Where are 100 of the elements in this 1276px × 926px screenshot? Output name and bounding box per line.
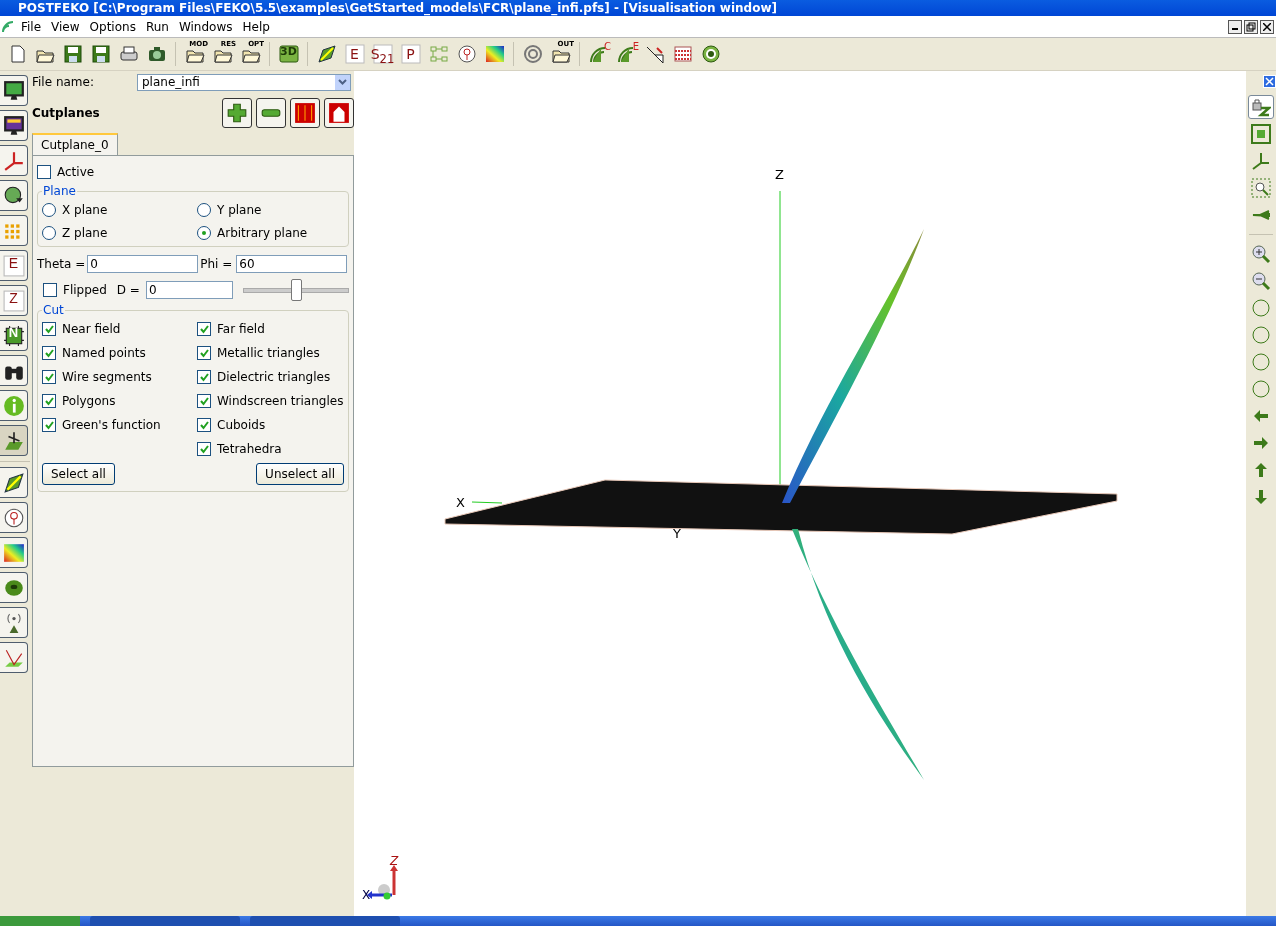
radio-label: Y plane [217,202,262,217]
view-tool-button[interactable] [1248,176,1274,200]
letter-icon [372,44,393,64]
minimize-icon [1232,28,1238,30]
axis-label: Z [775,167,784,182]
side-tool-button[interactable]: E [0,250,28,281]
checkbox[interactable] [197,442,211,456]
side-tool-button[interactable] [0,75,28,106]
curtain-icon [294,102,316,124]
radio-button[interactable] [197,225,211,240]
group-title: Plane [42,184,77,198]
side-tool-button[interactable]: Z [0,285,28,316]
checkbox[interactable] [42,418,56,432]
checkbox[interactable] [42,370,56,384]
checkbox[interactable] [42,322,56,336]
radio-button[interactable] [197,202,211,217]
side-tool-button[interactable] [0,180,28,211]
radio-button[interactable] [42,202,56,217]
menu-item[interactable]: File [16,19,47,34]
view-tool-button[interactable] [1248,122,1274,146]
marker-icon [456,44,477,64]
lock-icon [1251,97,1271,117]
minimize-button[interactable] [1228,19,1242,34]
file-name-dropdown[interactable]: plane_infi [137,73,351,91]
checkbox[interactable] [43,283,57,297]
camera-icon [146,44,167,64]
marker-icon [2,506,25,529]
group-title: Cut [42,303,65,317]
side-tool-button[interactable] [0,537,28,568]
curtain-icon [328,102,350,124]
side-tool-button[interactable] [0,355,28,386]
panel-action-button[interactable] [256,98,286,128]
plus-icon [226,102,248,124]
checkbox[interactable] [197,346,211,360]
panel-action-button[interactable] [290,98,320,128]
select-button[interactable]: Unselect all [256,463,344,485]
menu-item[interactable]: View [46,19,85,34]
side-tool-button[interactable] [0,145,28,176]
restore-button[interactable] [1244,19,1258,34]
colormap-icon [2,541,25,564]
phi-field[interactable]: 60 [236,255,348,273]
field-label: D = [116,283,140,297]
side-tool-button[interactable]: N [0,320,28,351]
d-field[interactable]: 0 [145,281,233,299]
field-label: Phi = [200,257,233,271]
network-icon [428,44,449,64]
side-tool-button[interactable] [0,572,28,603]
checkbox-label: Tetrahedra [217,442,282,456]
radio-button[interactable] [42,225,56,240]
checkbox-label: Cuboids [217,418,266,432]
checkbox[interactable] [42,394,56,408]
arrows-icon [644,44,665,64]
menu-item[interactable]: Run [140,19,174,34]
panel-action-button[interactable] [324,98,354,128]
toolbar-button[interactable]: S$_{21}$ [370,41,395,67]
arrow-icon [2,471,25,494]
side-tool-button[interactable] [0,607,28,638]
side-tool-button[interactable] [0,467,28,498]
toolbar-button[interactable]: E [614,41,639,67]
side-tool-button[interactable] [0,390,28,421]
menu-item[interactable]: Options [84,19,141,34]
side-tool-button[interactable] [0,642,28,673]
side-tool-button[interactable] [0,425,28,456]
monitor-icon [2,79,25,102]
checkbox-label: Flipped [63,283,107,297]
field-label: Theta = [37,257,86,271]
start-button[interactable] [0,916,80,926]
cutplane-icon [2,429,25,452]
tab[interactable]: Cutplane_0 [32,133,118,155]
axis-label: X [456,495,465,510]
toolbar-button[interactable]: C [586,41,611,67]
checkbox[interactable] [197,370,211,384]
toolbar-button[interactable]: E [342,41,367,67]
checkbox-label: Metallic triangles [217,346,320,360]
view-tool-button[interactable] [1248,95,1274,119]
toolbar-button[interactable]: P [398,41,423,67]
zoom-in-icon [1251,244,1271,264]
axes-icon [2,149,25,172]
toolbar-button[interactable]: 3D [276,41,301,67]
radio-label: X plane [62,202,108,217]
checkbox[interactable] [37,165,51,179]
side-tool-button[interactable] [0,502,28,533]
side-tool-button[interactable] [0,110,28,141]
panel-title: Cutplanes [32,106,101,120]
axes-icon [1251,151,1271,171]
select-button[interactable]: Select all [42,463,115,485]
checkbox[interactable] [197,394,211,408]
theta-field[interactable]: 0 [87,255,199,273]
checkbox[interactable] [197,418,211,432]
checkbox[interactable] [197,322,211,336]
letter-icon [400,44,421,64]
menu-item[interactable]: Windows [173,19,238,34]
printer-icon [118,44,139,64]
panel-action-button[interactable] [222,98,252,128]
slider-thumb[interactable] [290,278,302,301]
menu-item[interactable]: Help [237,19,275,34]
checkbox[interactable] [42,346,56,360]
close-button[interactable] [1260,19,1274,34]
side-tool-button[interactable] [0,215,28,246]
letter-icon [2,254,25,277]
